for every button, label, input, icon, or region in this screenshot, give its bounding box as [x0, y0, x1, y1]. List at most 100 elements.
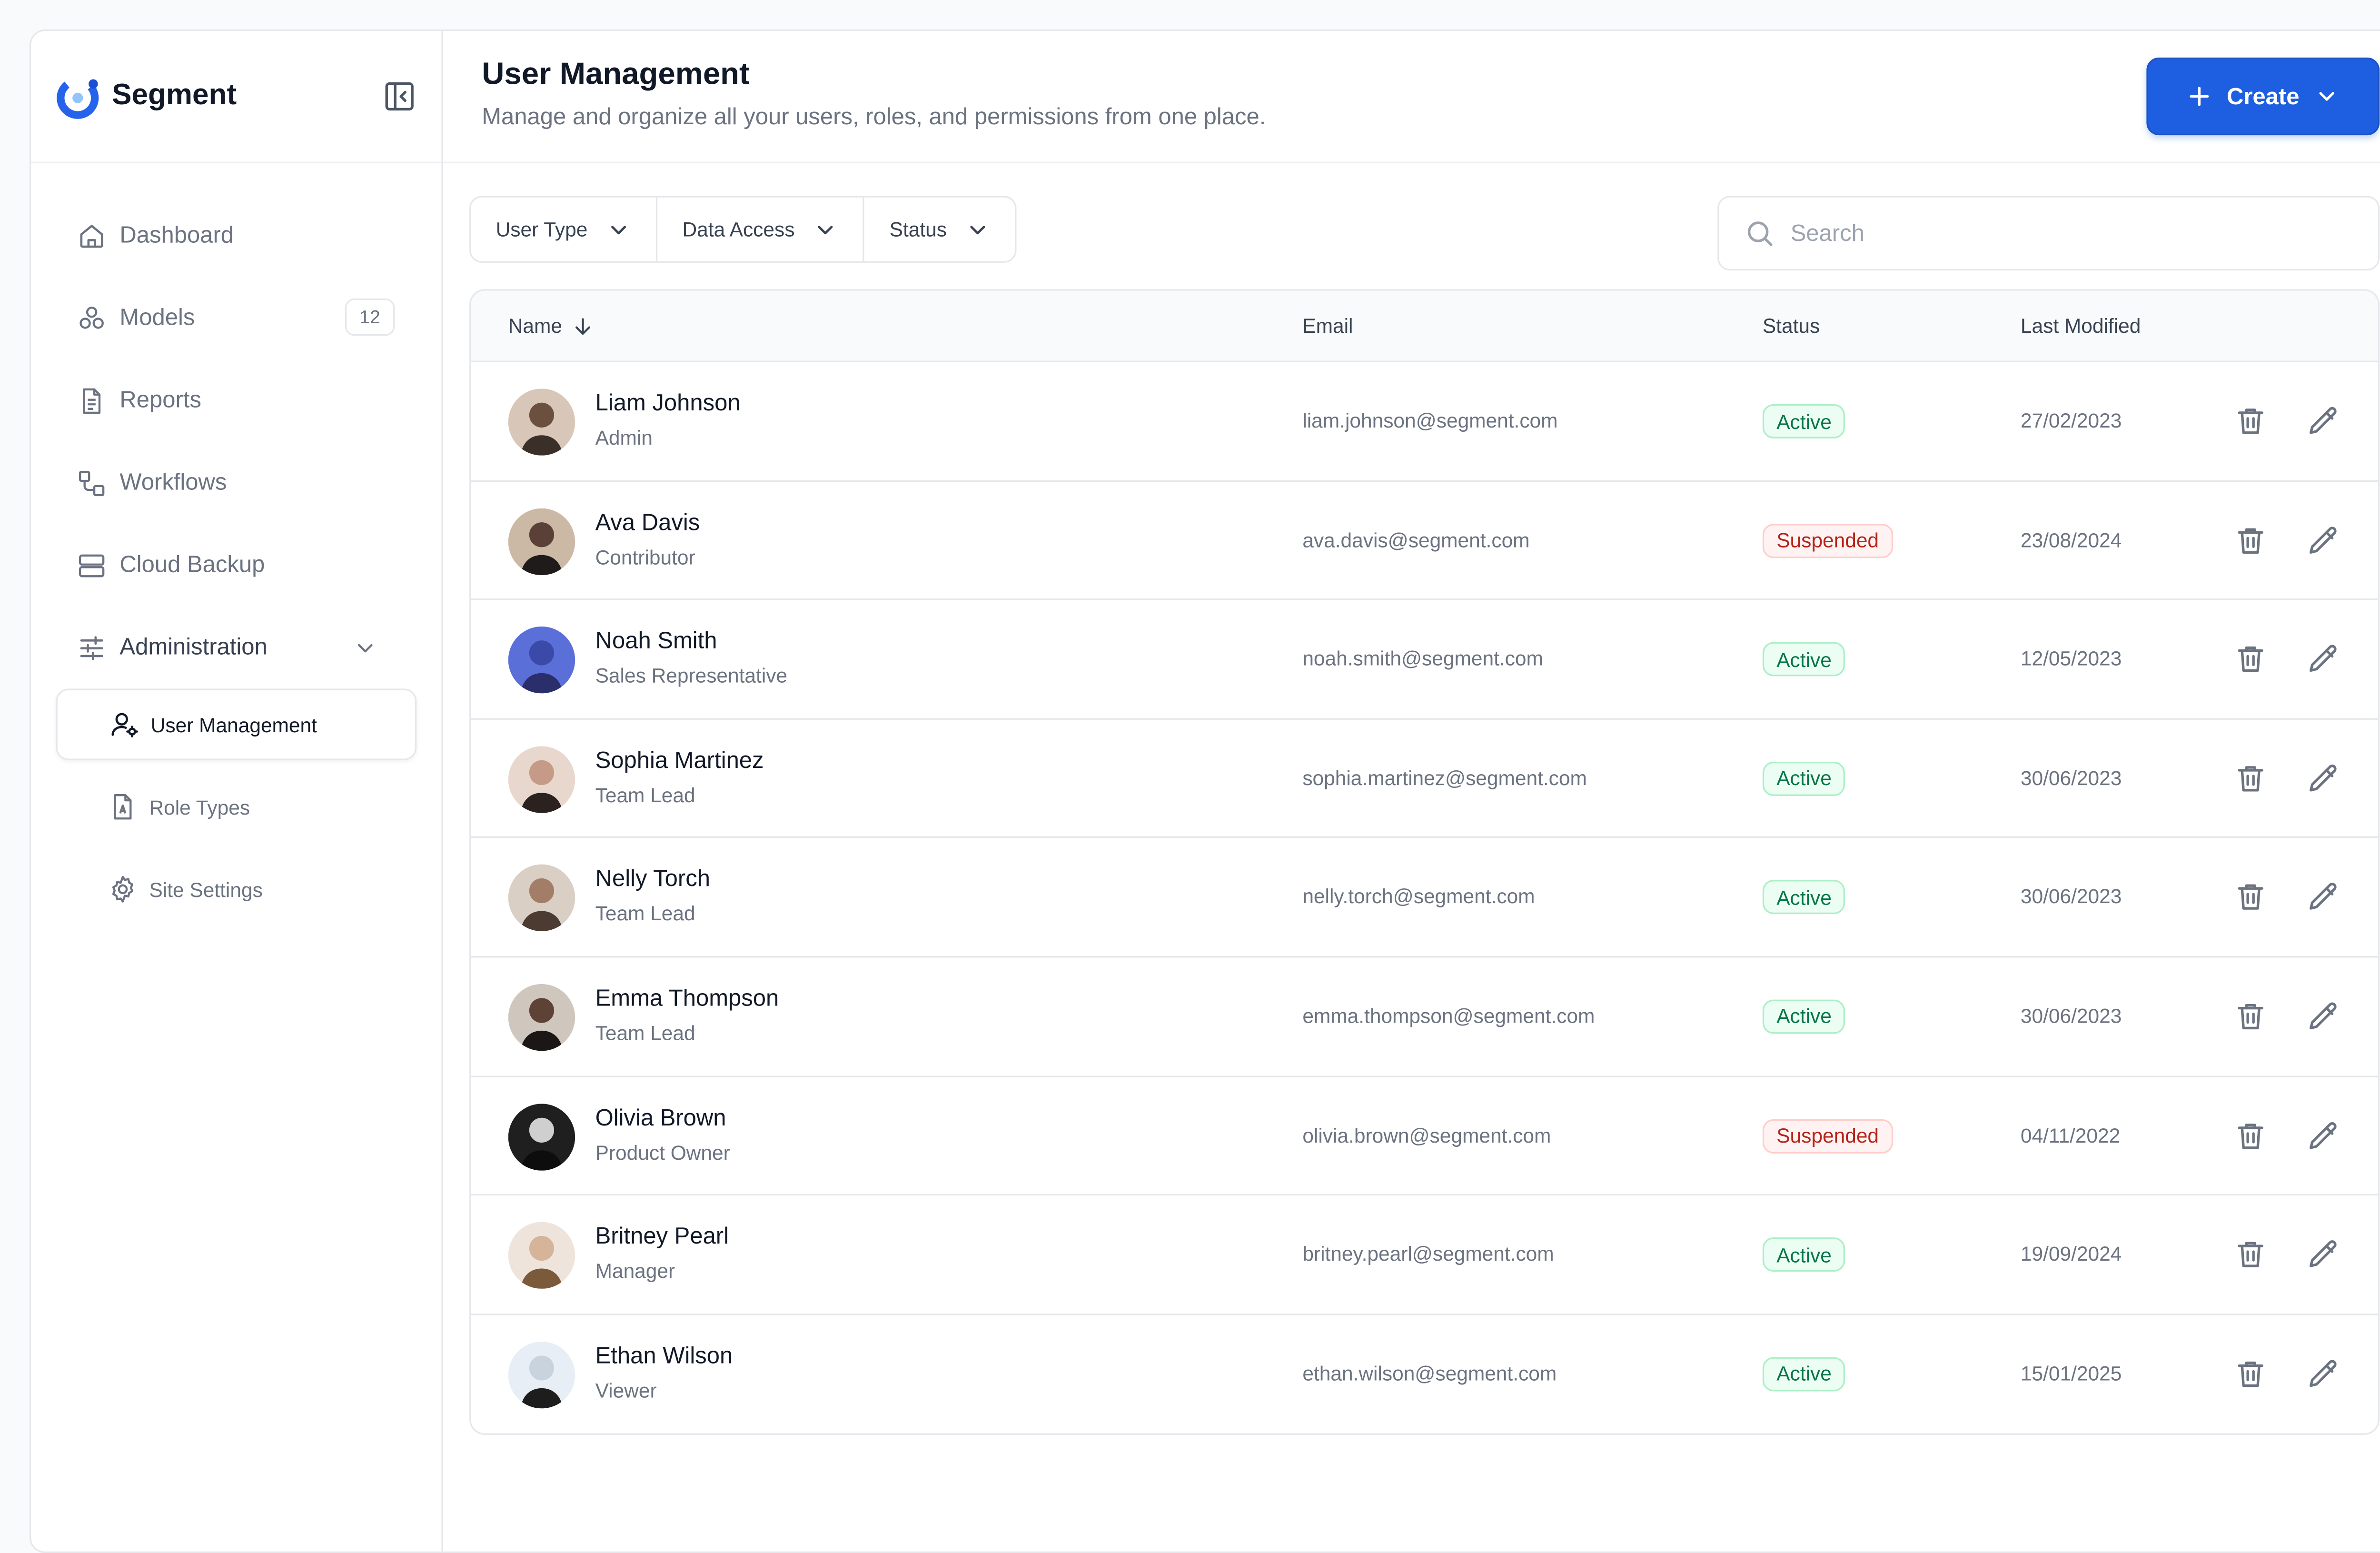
edit-button[interactable] — [2307, 1238, 2341, 1272]
sidebar-item-site-settings[interactable]: Site Settings — [56, 854, 417, 925]
sidebar-collapse-icon[interactable] — [382, 80, 416, 114]
user-role: Contributor — [595, 545, 695, 568]
search-input[interactable] — [1790, 220, 2350, 247]
sidebar-item-reports[interactable]: Reports — [31, 359, 441, 441]
brand-header: Segment — [31, 31, 442, 163]
column-label: Name — [508, 314, 563, 338]
edit-button[interactable] — [2307, 1119, 2341, 1153]
models-icon — [79, 306, 104, 328]
sidebar-item-cloud-backup[interactable]: Cloud Backup — [31, 524, 441, 606]
user-name: Ava Davis — [595, 509, 700, 536]
avatar-image — [508, 746, 575, 813]
last-modified-date: 27/02/2023 — [2020, 408, 2122, 432]
trash-icon — [2238, 1242, 2263, 1268]
page-subtitle: Manage and organize all your users, role… — [482, 104, 1266, 131]
status-badge: Active — [1762, 999, 1846, 1034]
table-body: Liam Johnson Admin liam.johnson@segment.… — [471, 362, 2378, 1434]
pencil-icon — [2309, 407, 2337, 434]
user-email: ava.davis@segment.com — [1302, 528, 1530, 551]
page-title: User Management — [482, 57, 750, 92]
sidebar-item-label: Site Settings — [149, 877, 263, 901]
user-email: sophia.martinez@segment.com — [1302, 766, 1587, 790]
user-role: Product Owner — [595, 1140, 730, 1164]
app-window: Segment Dashboard Models 12 Reports Work… — [30, 30, 2380, 1553]
filter-label: Data Access — [682, 218, 795, 241]
delete-button[interactable] — [2233, 761, 2268, 796]
sidebar-item-label: Role Types — [149, 795, 250, 819]
status-badge: Active — [1762, 404, 1846, 438]
user-email: emma.thompson@segment.com — [1302, 1004, 1595, 1028]
chevron-down-icon — [2320, 92, 2335, 101]
table-row[interactable]: Ethan Wilson Viewer ethan.wilson@segment… — [471, 1315, 2378, 1434]
edit-button[interactable] — [2307, 880, 2341, 915]
pencil-icon — [2309, 1002, 2337, 1030]
edit-button[interactable] — [2307, 1357, 2341, 1391]
delete-button[interactable] — [2233, 642, 2268, 677]
column-header-name[interactable]: Name — [508, 314, 594, 338]
chevron-down-icon — [611, 225, 626, 234]
users-table: Name Email Status Last Modified Liam Joh — [469, 289, 2380, 1435]
sidebar-item-models[interactable]: Models 12 — [31, 277, 441, 359]
pencil-icon — [2309, 764, 2337, 791]
avatar-image — [508, 627, 575, 694]
user-name: Emma Thompson — [595, 986, 779, 1012]
last-modified-date: 12/05/2023 — [2020, 647, 2122, 670]
filter-data-access[interactable]: Data Access — [657, 197, 865, 261]
user-email: britney.pearl@segment.com — [1302, 1242, 1554, 1266]
delete-button[interactable] — [2233, 1238, 2268, 1272]
user-role: Admin — [595, 426, 653, 449]
column-header-status: Status — [1763, 314, 1820, 338]
avatar-image — [508, 1222, 575, 1289]
delete-button[interactable] — [2233, 1357, 2268, 1391]
sidebar-item-workflows[interactable]: Workflows — [31, 441, 441, 524]
edit-button[interactable] — [2307, 523, 2341, 557]
chevron-down-icon — [970, 225, 985, 234]
sidebar-item-user-management[interactable]: User Management — [56, 688, 417, 760]
delete-button[interactable] — [2233, 523, 2268, 557]
column-header-email: Email — [1302, 314, 1353, 338]
avatar-image — [508, 1103, 575, 1170]
last-modified-date: 04/11/2022 — [2020, 1123, 2121, 1147]
avatar-image — [508, 388, 575, 456]
last-modified-date: 30/06/2023 — [2020, 766, 2122, 790]
table-row[interactable]: Nelly Torch Team Lead nelly.torch@segmen… — [471, 838, 2378, 958]
avatar — [508, 388, 575, 456]
create-button[interactable]: Create — [2146, 57, 2380, 136]
delete-button[interactable] — [2233, 880, 2268, 915]
server-icon — [79, 553, 105, 577]
status-badge: Active — [1762, 1237, 1846, 1272]
filter-user-type[interactable]: User Type — [471, 197, 658, 261]
edit-button[interactable] — [2307, 999, 2341, 1034]
table-row[interactable]: Noah Smith Sales Representative noah.smi… — [471, 600, 2378, 720]
filter-label: User Type — [496, 218, 588, 241]
table-row[interactable]: Liam Johnson Admin liam.johnson@segment.… — [471, 362, 2378, 481]
sidebar-item-role-types[interactable]: Role Types — [56, 771, 417, 843]
edit-button[interactable] — [2307, 642, 2341, 677]
user-name: Noah Smith — [595, 628, 717, 655]
table-row[interactable]: Sophia Martinez Team Lead sophia.martine… — [471, 719, 2378, 839]
delete-button[interactable] — [2233, 1119, 2268, 1153]
avatar-image — [508, 865, 575, 932]
trash-icon — [2238, 408, 2263, 434]
sliders-icon — [80, 635, 103, 660]
user-role: Manager — [595, 1259, 675, 1283]
table-toolbar: User Type Data Access Status — [469, 196, 2380, 271]
trash-icon — [2238, 1361, 2263, 1387]
workflow-icon — [79, 470, 105, 496]
edit-button[interactable] — [2307, 404, 2341, 438]
filter-status[interactable]: Status — [864, 198, 1015, 261]
delete-button[interactable] — [2233, 404, 2268, 438]
table-row[interactable]: Ava Davis Contributor ava.davis@segment.… — [471, 481, 2378, 601]
delete-button[interactable] — [2233, 999, 2268, 1034]
user-role: Sales Representative — [595, 664, 788, 687]
table-row[interactable]: Olivia Brown Product Owner olivia.brown@… — [471, 1076, 2378, 1196]
pencil-icon — [2309, 1121, 2337, 1149]
filter-group: User Type Data Access Status — [469, 196, 1017, 263]
edit-button[interactable] — [2307, 761, 2341, 796]
sidebar-group-administration[interactable]: Administration — [31, 606, 441, 688]
sidebar-item-dashboard[interactable]: Dashboard — [31, 194, 441, 277]
gear-icon — [112, 876, 133, 903]
table-row[interactable]: Emma Thompson Team Lead emma.thompson@se… — [471, 957, 2378, 1077]
table-row[interactable]: Britney Pearl Manager britney.pearl@segm… — [471, 1196, 2378, 1315]
role-document-icon — [114, 794, 132, 820]
